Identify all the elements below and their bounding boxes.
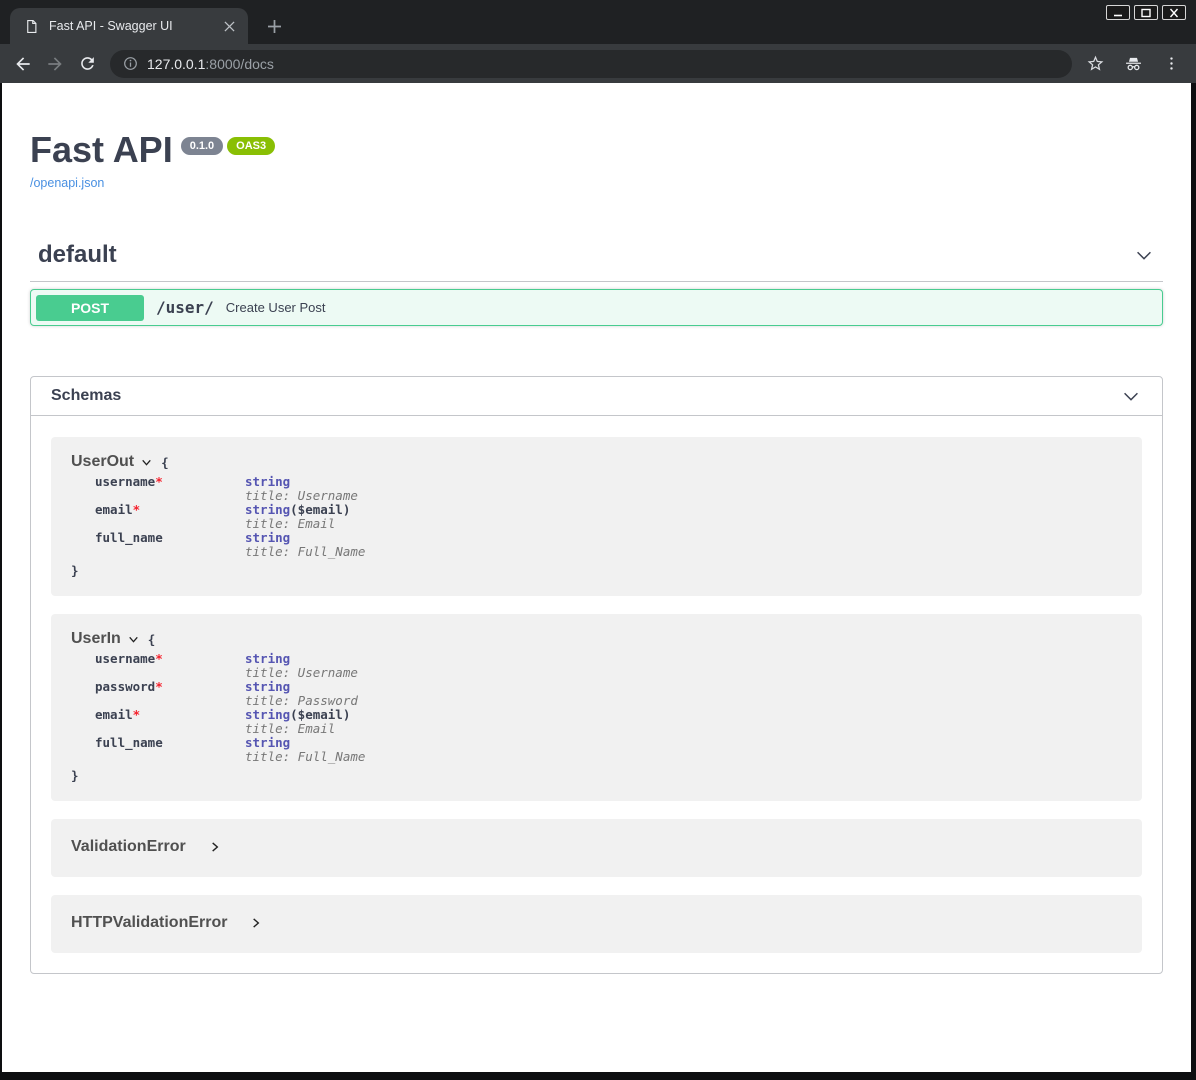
property-type: string <box>245 474 290 489</box>
new-tab-button[interactable] <box>260 12 288 40</box>
window-minimize-button[interactable] <box>1106 5 1130 20</box>
oas3-badge: OAS3 <box>227 137 275 155</box>
tab-close-icon[interactable] <box>220 17 238 35</box>
api-info: Fast API 0.1.0OAS3 /openapi.json <box>30 83 1163 190</box>
property-row: username* stringtitle: Username <box>95 652 365 680</box>
back-button[interactable] <box>8 49 38 79</box>
property-type: string <box>245 651 290 666</box>
open-brace: { <box>148 632 156 647</box>
model-properties: username* stringtitle: Username email* s… <box>95 475 365 559</box>
property-row: full_name stringtitle: Full_Name <box>95 531 365 559</box>
property-row: email* string($email)title: Email <box>95 503 365 531</box>
address-bar[interactable]: 127.0.0.1:8000/docs <box>110 50 1072 78</box>
browser-toolbar: 127.0.0.1:8000/docs <box>0 44 1196 83</box>
model-title: HTTPValidationError <box>71 914 227 932</box>
model-userout: UserOut { username* stringtitle: Usernam… <box>51 437 1142 596</box>
schemas-heading: Schemas <box>51 387 121 405</box>
schemas-header[interactable]: Schemas <box>31 377 1162 416</box>
api-title: Fast API <box>30 129 173 170</box>
property-row: full_name stringtitle: Full_Name <box>95 736 365 764</box>
property-format: ($email) <box>290 502 350 517</box>
model-properties: username* stringtitle: Username password… <box>95 652 365 764</box>
model-httpvalidationerror-toggle[interactable]: HTTPValidationError <box>71 911 1122 935</box>
property-name: email <box>95 707 133 722</box>
schemas-body: UserOut { username* stringtitle: Usernam… <box>31 416 1162 973</box>
model-title: ValidationError <box>71 838 186 856</box>
openapi-json-link[interactable]: /openapi.json <box>30 176 1163 190</box>
chevron-right-icon[interactable] <box>208 840 222 854</box>
schemas-section: Schemas UserOut { <box>30 376 1163 974</box>
property-type: string <box>245 679 290 694</box>
endpoint-path: /user/ <box>156 298 214 317</box>
property-title: title: Full_Name <box>245 545 365 559</box>
window-controls <box>1106 5 1186 20</box>
model-title: UserIn <box>71 630 121 648</box>
chevron-down-icon[interactable] <box>1114 385 1148 407</box>
property-title: title: Username <box>245 666 365 680</box>
post-method-badge: POST <box>36 295 144 321</box>
endpoint-summary: Create User Post <box>226 300 326 315</box>
close-brace: } <box>71 563 1122 578</box>
url-text: 127.0.0.1:8000/docs <box>147 56 274 72</box>
required-star: * <box>155 651 163 666</box>
close-brace: } <box>71 768 1122 783</box>
property-name: password <box>95 679 155 694</box>
property-title: title: Email <box>245 722 365 736</box>
tag-title: default <box>38 241 117 269</box>
window-close-button[interactable] <box>1162 5 1186 20</box>
property-type: string <box>245 530 290 545</box>
chevron-right-icon[interactable] <box>249 916 263 930</box>
chevron-down-icon[interactable] <box>140 456 153 469</box>
property-row: email* string($email)title: Email <box>95 708 365 736</box>
browser-tab[interactable]: Fast API - Swagger UI <box>10 8 248 44</box>
forward-button[interactable] <box>40 49 70 79</box>
swagger-page: Fast API0.1.0OAS3 /openapi.json default … <box>2 83 1191 1072</box>
property-row: password* stringtitle: Password <box>95 680 365 708</box>
model-validationerror-toggle[interactable]: ValidationError <box>71 835 1122 859</box>
model-userout-toggle[interactable]: UserOut { <box>71 453 1122 471</box>
tag-section-default[interactable]: default <box>30 241 1163 282</box>
url-host: 127.0.0.1 <box>147 56 205 72</box>
model-title: UserOut <box>71 453 134 471</box>
model-userin: UserIn { username* stringtitle: Username… <box>51 614 1142 801</box>
property-title: title: Full_Name <box>245 750 365 764</box>
window-maximize-button[interactable] <box>1134 5 1158 20</box>
property-type: string <box>245 735 290 750</box>
property-format: ($email) <box>290 707 350 722</box>
property-title: title: Email <box>245 517 365 531</box>
site-info-icon[interactable] <box>122 55 139 72</box>
property-title: title: Username <box>245 489 365 503</box>
property-name: full_name <box>95 735 163 750</box>
open-brace: { <box>161 455 169 470</box>
tab-strip: Fast API - Swagger UI <box>0 0 1196 44</box>
property-name: email <box>95 502 133 517</box>
browser-menu-button[interactable] <box>1156 49 1186 79</box>
property-type: string <box>245 707 290 722</box>
property-name: username <box>95 651 155 666</box>
tab-title: Fast API - Swagger UI <box>49 19 220 33</box>
url-path: :8000/docs <box>205 56 274 72</box>
property-name: username <box>95 474 155 489</box>
opblock-post-user[interactable]: POST /user/ Create User Post <box>30 289 1163 326</box>
property-type: string <box>245 502 290 517</box>
property-name: full_name <box>95 530 163 545</box>
reload-button[interactable] <box>72 49 102 79</box>
chevron-down-icon[interactable] <box>1127 244 1161 266</box>
property-title: title: Password <box>245 694 365 708</box>
required-star: * <box>155 474 163 489</box>
property-row: username* stringtitle: Username <box>95 475 365 503</box>
incognito-icon <box>1118 49 1148 79</box>
required-star: * <box>133 707 141 722</box>
chevron-down-icon[interactable] <box>127 633 140 646</box>
bookmark-star-button[interactable] <box>1080 49 1110 79</box>
model-httpvalidationerror: HTTPValidationError <box>51 895 1142 953</box>
model-userin-toggle[interactable]: UserIn { <box>71 630 1122 648</box>
model-validationerror: ValidationError <box>51 819 1142 877</box>
required-star: * <box>155 679 163 694</box>
page-favicon-icon <box>24 19 39 34</box>
version-badge: 0.1.0 <box>181 137 223 155</box>
required-star: * <box>133 502 141 517</box>
